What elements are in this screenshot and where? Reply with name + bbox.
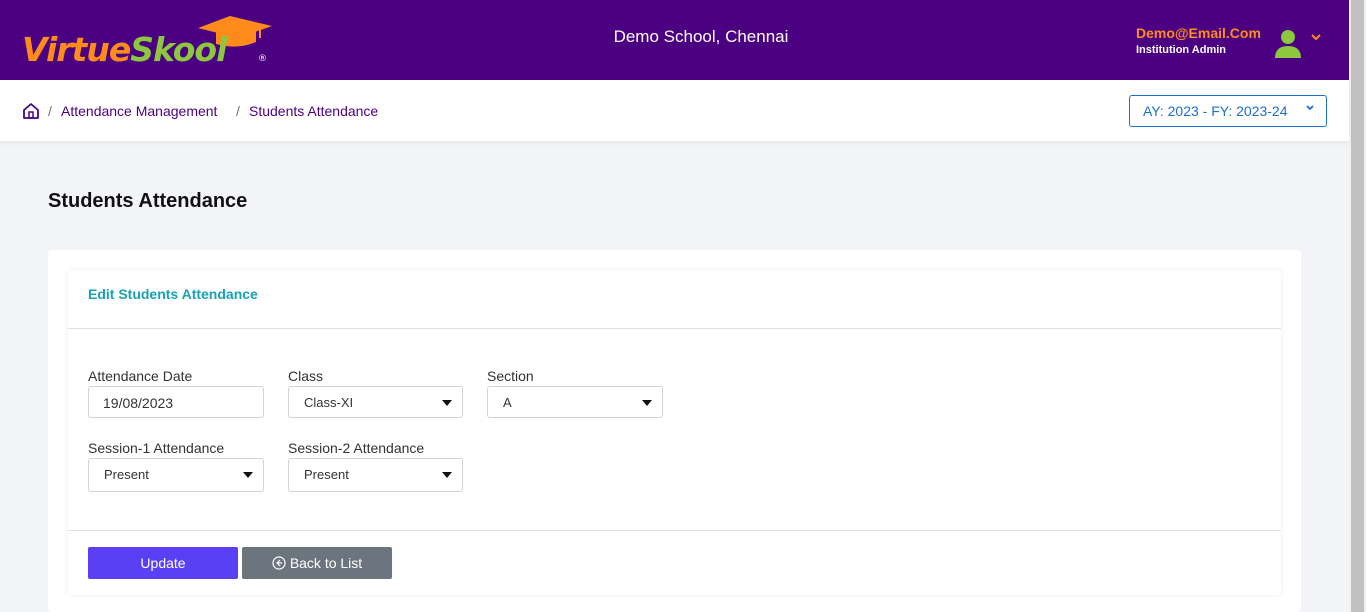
update-button[interactable]: Update: [88, 547, 238, 579]
year-selector-value: AY: 2023 - FY: 2023-24: [1143, 103, 1288, 119]
class-label: Class: [288, 368, 324, 384]
year-selector[interactable]: AY: 2023 - FY: 2023-24: [1129, 95, 1327, 127]
attendance-date-label: Attendance Date: [88, 368, 193, 384]
section-label: Section: [487, 368, 534, 384]
breadcrumb-separator: /: [236, 103, 240, 119]
caret-down-icon: [442, 400, 452, 406]
caret-down-icon: [243, 472, 253, 478]
session2-select[interactable]: Present: [288, 458, 463, 492]
user-role: Institution Admin: [1136, 44, 1227, 56]
session2-select-value: Present: [304, 467, 349, 482]
user-avatar-icon[interactable]: [1273, 28, 1303, 60]
session1-label: Session-1 Attendance: [88, 440, 225, 456]
chevron-down-icon[interactable]: [1309, 33, 1323, 43]
caret-down-icon: [642, 400, 652, 406]
breadcrumb-separator: /: [48, 103, 52, 119]
user-email[interactable]: Demo@Email.Com: [1136, 25, 1261, 41]
attendance-date-input[interactable]: 19/08/2023: [88, 386, 264, 418]
section-select-value: A: [503, 395, 512, 410]
breadcrumb-attendance-management[interactable]: Attendance Management: [61, 103, 217, 119]
section-select[interactable]: A: [487, 386, 663, 418]
chevron-down-icon: [1306, 105, 1314, 111]
caret-down-icon: [442, 472, 452, 478]
logo-registered-mark: ®: [258, 54, 267, 64]
session1-select[interactable]: Present: [88, 458, 264, 492]
back-circle-arrow-icon: [272, 556, 286, 570]
breadcrumb-students-attendance[interactable]: Students Attendance: [249, 103, 378, 119]
class-select-value: Class-XI: [304, 395, 354, 410]
scrollbar-thumb[interactable]: [1351, 0, 1364, 612]
back-to-list-button[interactable]: Back to List: [242, 547, 392, 579]
card-title: Edit Students Attendance: [88, 286, 258, 302]
divider: [68, 530, 1281, 531]
back-to-list-label: Back to List: [289, 555, 363, 571]
home-icon[interactable]: [22, 102, 40, 120]
page-title: Students Attendance: [48, 190, 248, 212]
session1-select-value: Present: [104, 467, 149, 482]
divider: [68, 328, 1281, 329]
class-select[interactable]: Class-XI: [288, 386, 463, 418]
session2-label: Session-2 Attendance: [288, 440, 425, 456]
